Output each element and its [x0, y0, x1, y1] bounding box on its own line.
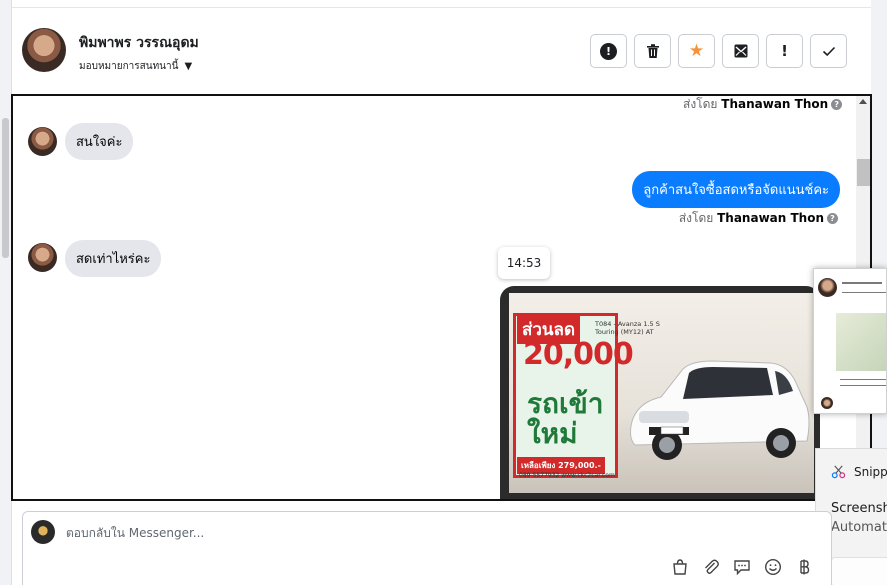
outgoing-message[interactable]: ลูกค้าสนใจซื้อสดหรือจัดแนนช์คะ: [632, 171, 840, 208]
info-icon[interactable]: ?: [827, 213, 838, 224]
notification-app-name: Snippi: [854, 465, 887, 479]
ad-discount-amount: 20,000: [523, 337, 634, 372]
caret-down-icon: ▼: [184, 61, 193, 72]
ad-phone: 089-5577932 www.ckc2car.com: [519, 472, 615, 479]
page-avatar: [31, 520, 55, 544]
snipping-tool-icon: [831, 465, 846, 479]
contact-avatar-small[interactable]: [28, 243, 57, 272]
reply-composer: [22, 511, 832, 585]
incoming-message[interactable]: สนใจค่ะ: [65, 123, 134, 160]
emoji-icon: [764, 558, 782, 576]
ad-model-text: T084 - Avanza 1.5 S Touring (MY12) AT: [595, 320, 660, 336]
composer-toolbar: [669, 556, 815, 578]
preview-avatar: [821, 397, 833, 409]
delete-button[interactable]: [634, 34, 671, 68]
left-scrollbar-thumb[interactable]: [2, 118, 9, 258]
ad-tagline: รถเข้าใหม่: [527, 387, 604, 450]
exclamation-icon: !: [781, 42, 788, 60]
header-actions: ! ★ !: [590, 34, 847, 68]
payment-button[interactable]: [793, 556, 815, 578]
contact-avatar[interactable]: [22, 28, 66, 72]
preview-avatar: [818, 278, 837, 297]
emoji-button[interactable]: [762, 556, 784, 578]
saved-reply-button[interactable]: [731, 556, 753, 578]
info-icon[interactable]: ?: [831, 99, 843, 110]
star-button[interactable]: ★: [678, 34, 715, 68]
notification-title: Screensho: [831, 501, 887, 516]
contact-name[interactable]: พิมพาพร วรรณอุดม: [79, 32, 199, 54]
saved-reply-icon: [734, 560, 750, 576]
assign-conversation-dropdown[interactable]: มอบหมายการสนทนานี้ ▼: [79, 59, 192, 74]
mark-unread-button[interactable]: [722, 34, 759, 68]
notification-action-button[interactable]: [831, 557, 887, 585]
preview-text-line: [840, 379, 886, 380]
notification-subtitle: Automati: [831, 520, 887, 535]
image-attachment[interactable]: ส่วนลด 20,000 T084 - Avanza 1.5 S Tourin…: [500, 286, 820, 499]
trash-icon: [646, 44, 659, 58]
sent-by-name: Thanawan Thon: [721, 97, 829, 111]
mark-unread-icon: [734, 44, 747, 58]
shopping-bag-button[interactable]: [669, 556, 691, 578]
contact-avatar-small[interactable]: [28, 127, 57, 156]
shopping-bag-icon: [673, 559, 687, 575]
preview-text-line: [842, 292, 886, 293]
car-ad-image[interactable]: ส่วนลด 20,000 T084 - Avanza 1.5 S Tourin…: [509, 293, 814, 493]
paperclip-icon: [705, 559, 719, 574]
conversation-header: พิมพาพร วรรณอุดม มอบหมายการสนทนานี้ ▼ ! …: [12, 7, 871, 93]
incoming-message[interactable]: สดเท่าไหร่คะ: [65, 240, 162, 277]
sent-by-label: ส่งโดย Thanawan Thon?: [683, 96, 843, 114]
car-illustration: [630, 360, 810, 460]
mark-spam-button[interactable]: !: [590, 34, 627, 68]
thread-scrollbar-thumb[interactable]: [857, 159, 870, 186]
assign-conversation-label: มอบหมายการสนทนานี้: [79, 61, 179, 72]
mark-done-button[interactable]: [810, 34, 847, 68]
alert-circle-icon: !: [600, 42, 617, 60]
preview-text-line: [842, 282, 882, 284]
follow-up-button[interactable]: !: [766, 34, 803, 68]
timestamp-tooltip: 14:53: [498, 247, 550, 279]
attach-file-button[interactable]: [700, 556, 722, 578]
sent-by-prefix: ส่งโดย: [678, 211, 714, 225]
preview-text-line: [840, 385, 886, 386]
screenshot-preview-thumbnail[interactable]: [813, 268, 887, 414]
star-icon: ★: [688, 41, 705, 61]
message-thread: ส่งโดย Thanawan Thon? สนใจค่ะ ลูกค้าสนใจ…: [11, 94, 872, 501]
reply-input[interactable]: [66, 526, 666, 540]
sent-by-label: ส่งโดย Thanawan Thon?: [679, 209, 838, 228]
sent-by-name: Thanawan Thon: [717, 211, 824, 225]
sent-by-prefix: ส่งโดย: [683, 97, 718, 111]
scroll-up-arrow-icon[interactable]: [859, 99, 867, 104]
preview-image: [836, 313, 886, 371]
inbox-conversation-window: พิมพาพร วรรณอุดม มอบหมายการสนทนานี้ ▼ ! …: [0, 0, 887, 585]
checkmark-icon: [822, 46, 835, 57]
baht-icon: [800, 559, 810, 575]
